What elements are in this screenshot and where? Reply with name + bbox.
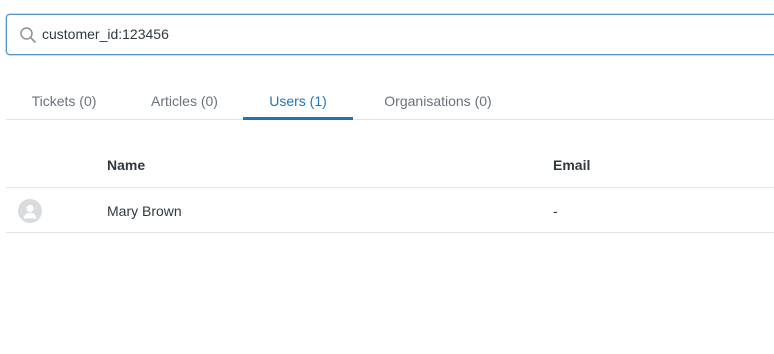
tab-users[interactable]: Users (1) (243, 84, 353, 120)
search-results-tabs: Tickets (0) Articles (0) Users (1) Organ… (6, 84, 774, 120)
search-icon (19, 26, 37, 44)
search-input[interactable] (42, 15, 762, 54)
user-name[interactable]: Mary Brown (107, 203, 182, 219)
column-header-name[interactable]: Name (107, 157, 145, 173)
tab-articles[interactable]: Articles (0) (127, 84, 242, 119)
table-row[interactable]: Mary Brown - (6, 188, 774, 233)
tab-organisations[interactable]: Organisations (0) (366, 84, 510, 119)
tab-tickets[interactable]: Tickets (0) (6, 84, 122, 119)
column-header-email[interactable]: Email (553, 157, 590, 173)
search-box[interactable] (6, 14, 774, 55)
users-table: Name Email Mary Brown - (6, 142, 774, 233)
table-header: Name Email (6, 142, 774, 188)
user-email: - (553, 203, 558, 219)
user-icon (18, 199, 42, 223)
